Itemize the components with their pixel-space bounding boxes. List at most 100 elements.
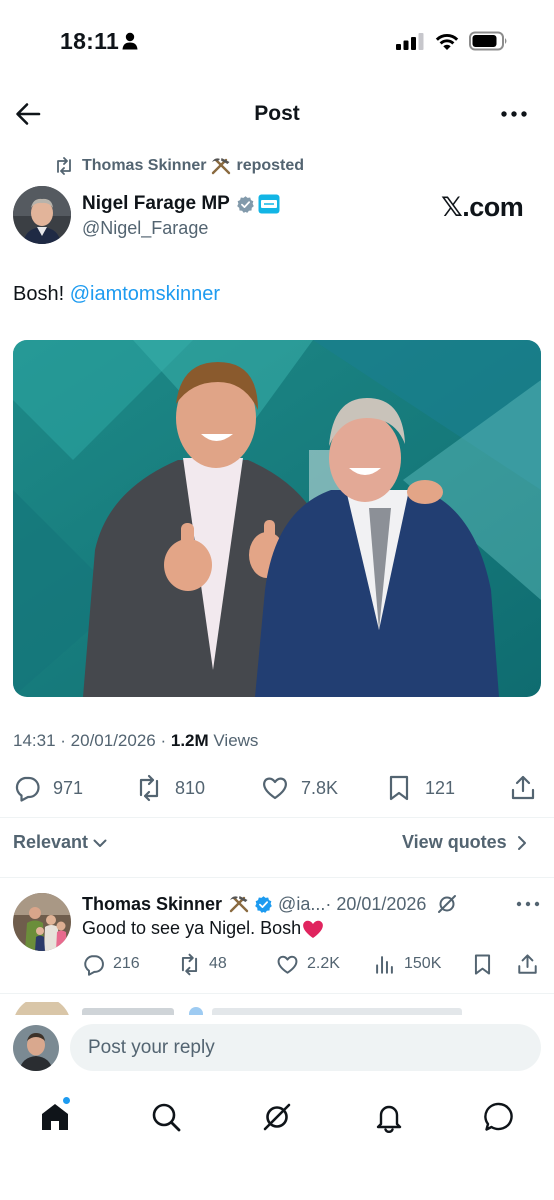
x-com-watermark: 𝕏.com xyxy=(441,192,524,222)
page-title: Post xyxy=(254,102,300,125)
share-button[interactable] xyxy=(509,773,549,803)
affiliate-badge-icon xyxy=(258,194,280,214)
reply-share-button[interactable] xyxy=(516,951,547,977)
reply-more-options-icon[interactable] xyxy=(515,895,541,913)
nav-notifications[interactable] xyxy=(372,1100,412,1140)
reply-avatar[interactable] xyxy=(13,893,71,951)
home-notification-dot xyxy=(62,1096,71,1105)
verified-blue-badge-icon xyxy=(255,895,272,913)
reply-like-count: 2.2K xyxy=(307,955,340,972)
reply-bookmark-button[interactable] xyxy=(471,951,502,977)
reply-repost-count: 48 xyxy=(209,955,227,972)
search-icon xyxy=(152,1103,181,1132)
tweet-photo[interactable] xyxy=(13,340,541,697)
tweet-body-text: Bosh! xyxy=(13,283,70,305)
photo-illustration xyxy=(13,340,541,697)
author-handle[interactable]: @Nigel_Farage xyxy=(82,218,208,239)
tweet-meta: 14:31 · 20/01/2026 · 1.2M Views xyxy=(13,731,258,751)
reply-author-handle[interactable]: @ia... xyxy=(278,894,325,915)
reply-composer xyxy=(0,1015,554,1087)
reposted-label: reposted xyxy=(236,157,305,174)
nav-search[interactable] xyxy=(149,1100,189,1140)
battery-icon xyxy=(469,31,507,51)
reply-bubble-icon xyxy=(15,776,40,802)
status-time: 18:11 xyxy=(60,28,120,54)
tweet-text: Bosh! @iamtomskinner xyxy=(13,283,220,306)
bookmark-icon xyxy=(389,775,409,801)
next-reply-partial xyxy=(0,1002,554,1016)
reply-like-button[interactable]: 2.2K xyxy=(276,951,340,977)
chat-bubble-icon xyxy=(484,1102,513,1131)
author-avatar[interactable] xyxy=(13,186,71,244)
view-quotes-link[interactable]: View quotes xyxy=(402,832,529,853)
views-label: Views xyxy=(208,731,259,750)
reply-input[interactable] xyxy=(70,1024,541,1071)
cellular-signal-icon xyxy=(396,33,424,50)
bell-icon xyxy=(376,1105,402,1133)
reply-reply-button[interactable]: 216 xyxy=(82,951,140,977)
verified-gray-badge-icon xyxy=(237,195,254,213)
like-count: 7.8K xyxy=(301,777,339,798)
bottom-nav xyxy=(0,1090,554,1200)
hammer-pick-icon xyxy=(229,896,249,913)
reply-text-body: Good to see ya Nigel. Bosh xyxy=(82,918,302,938)
reply-text: Good to see ya Nigel. Bosh xyxy=(82,918,324,939)
reply-reply-count: 216 xyxy=(113,955,140,972)
hammer-pick-icon xyxy=(212,158,231,175)
nav-messages[interactable] xyxy=(482,1100,522,1140)
divider xyxy=(0,817,554,818)
sort-label: Relevant xyxy=(13,832,89,852)
bookmark-icon xyxy=(474,953,491,975)
heart-icon xyxy=(263,777,287,800)
divider xyxy=(0,877,554,878)
reply-author-name[interactable]: Thomas Skinner xyxy=(82,894,222,915)
view-quotes-label: View quotes xyxy=(402,832,507,852)
home-icon xyxy=(42,1104,68,1130)
author-name-row[interactable]: Nigel Farage MP xyxy=(82,193,280,215)
meta-separator-2: · xyxy=(155,731,171,750)
person-icon xyxy=(122,32,138,50)
reply-views-count: 150K xyxy=(404,955,442,972)
bookmark-button[interactable]: 121 xyxy=(385,773,455,803)
reply-repost-button[interactable]: 48 xyxy=(178,951,227,977)
like-button[interactable]: 7.8K xyxy=(261,773,338,803)
share-icon xyxy=(518,953,537,974)
nav-grok[interactable] xyxy=(260,1100,300,1140)
repost-icon xyxy=(57,157,71,175)
heart-icon xyxy=(277,955,298,974)
meta-separator: · xyxy=(55,731,71,750)
repost-icon xyxy=(139,774,159,802)
reply-button[interactable]: 971 xyxy=(13,773,83,803)
tweet-date: 20/01/2026 xyxy=(70,731,156,750)
chevron-right-icon xyxy=(517,835,526,850)
nav-home[interactable] xyxy=(38,1100,78,1140)
mention-link[interactable]: @iamtomskinner xyxy=(70,283,220,305)
reply-header: Thomas Skinner @ia... · 20/01/2026 xyxy=(82,891,540,917)
red-heart-emoji-icon xyxy=(303,920,323,938)
bookmark-count: 121 xyxy=(425,777,456,798)
reply-count: 971 xyxy=(53,777,84,798)
status-bar: 18:11 xyxy=(0,0,554,80)
reposted-by-name: Thomas Skinner xyxy=(82,157,207,174)
views-chart-icon xyxy=(376,955,393,974)
reply-views-button[interactable]: 150K xyxy=(373,951,441,977)
repost-button[interactable]: 810 xyxy=(135,773,205,803)
views-count[interactable]: 1.2M xyxy=(171,731,209,750)
more-options-icon[interactable] xyxy=(498,103,530,125)
author-name[interactable]: Nigel Farage MP xyxy=(82,193,230,215)
reply-bubble-icon xyxy=(84,954,104,976)
chevron-down-icon xyxy=(93,839,107,847)
reply-date: · 20/01/2026 xyxy=(325,893,427,914)
sort-relevant-dropdown[interactable]: Relevant xyxy=(13,832,108,853)
reposted-by-row[interactable]: Thomas Skinner reposted xyxy=(54,155,304,177)
tweet-time: 14:31 xyxy=(13,731,56,750)
repost-count: 810 xyxy=(175,777,206,798)
wifi-icon xyxy=(435,33,459,50)
grok-icon xyxy=(263,1103,291,1131)
grok-icon[interactable] xyxy=(436,893,458,915)
share-icon xyxy=(511,775,535,800)
top-bar: Post xyxy=(0,90,554,140)
divider xyxy=(0,993,554,994)
current-user-avatar[interactable] xyxy=(13,1025,59,1071)
repost-icon xyxy=(181,953,198,975)
